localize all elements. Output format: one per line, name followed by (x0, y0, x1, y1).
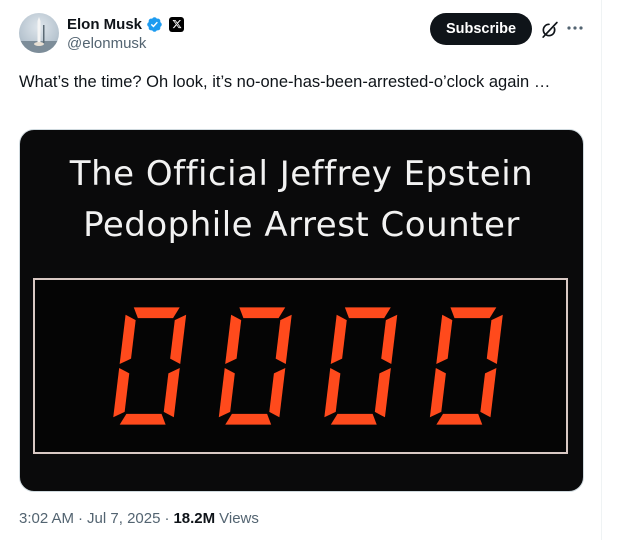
digit-segment-f (225, 314, 242, 365)
tweet-text: What’s the time? Oh look, it’s no-one-ha… (19, 73, 551, 91)
rocket-launch-image (19, 17, 59, 53)
digit-segment-e (218, 367, 235, 418)
digit-segment-a (133, 307, 180, 319)
digit-segment-f (119, 314, 136, 365)
media-title-line-2: Pedophile Arrest Counter (83, 205, 520, 245)
tweet-card: Elon Musk @elonmusk Subscribe What’s the… (0, 0, 602, 540)
author-name[interactable]: Elon Musk (67, 16, 142, 33)
tweet-time[interactable]: 3:02 AM (19, 510, 74, 527)
counter-digit (218, 307, 292, 425)
digit-segment-c (269, 367, 286, 418)
digit-segment-d (225, 413, 272, 425)
digit-segment-e (113, 367, 130, 418)
digit-segment-a (344, 307, 391, 319)
tweet-meta: 3:02 AM · Jul 7, 2025 · 18.2M Views (19, 510, 259, 527)
digit-segment-b (486, 314, 503, 365)
avatar[interactable] (19, 13, 59, 53)
digit-segment-b (275, 314, 292, 365)
digit-segment-e (429, 367, 446, 418)
grok-icon[interactable] (539, 20, 559, 40)
counter-digit (113, 307, 187, 425)
author-name-row: Elon Musk (67, 14, 185, 34)
digit-segment-b (170, 314, 187, 365)
counter-digit (324, 307, 398, 425)
digit-segment-d (119, 413, 166, 425)
meta-separator: · (164, 510, 170, 527)
subscribe-button[interactable]: Subscribe (430, 13, 532, 45)
digit-segment-e (324, 367, 341, 418)
digit-segment-f (330, 314, 347, 365)
verified-badge-icon[interactable] (146, 16, 163, 33)
digit-segment-d (330, 413, 377, 425)
arrest-counter-display (33, 278, 568, 454)
meta-separator: · (78, 510, 84, 527)
digit-segment-a (450, 307, 497, 319)
views-count: 18.2M (173, 510, 216, 527)
tweet-media-image[interactable]: The Official Jeffrey Epstein Pedophile A… (19, 129, 584, 492)
digit-segment-c (163, 367, 180, 418)
digit-segment-b (381, 314, 398, 365)
counter-digits (113, 307, 503, 425)
digit-segment-f (436, 314, 453, 365)
digit-segment-d (436, 413, 483, 425)
media-title-line-1: The Official Jeffrey Epstein (69, 154, 534, 194)
views-label: Views (219, 510, 259, 527)
more-icon[interactable] (565, 18, 585, 38)
digit-segment-c (480, 367, 497, 418)
author-handle[interactable]: @elonmusk (67, 35, 146, 52)
digit-segment-c (374, 367, 391, 418)
counter-digit (429, 307, 503, 425)
digit-segment-a (239, 307, 286, 319)
tweet-date[interactable]: Jul 7, 2025 (87, 510, 160, 527)
x-logo-icon (169, 16, 185, 32)
